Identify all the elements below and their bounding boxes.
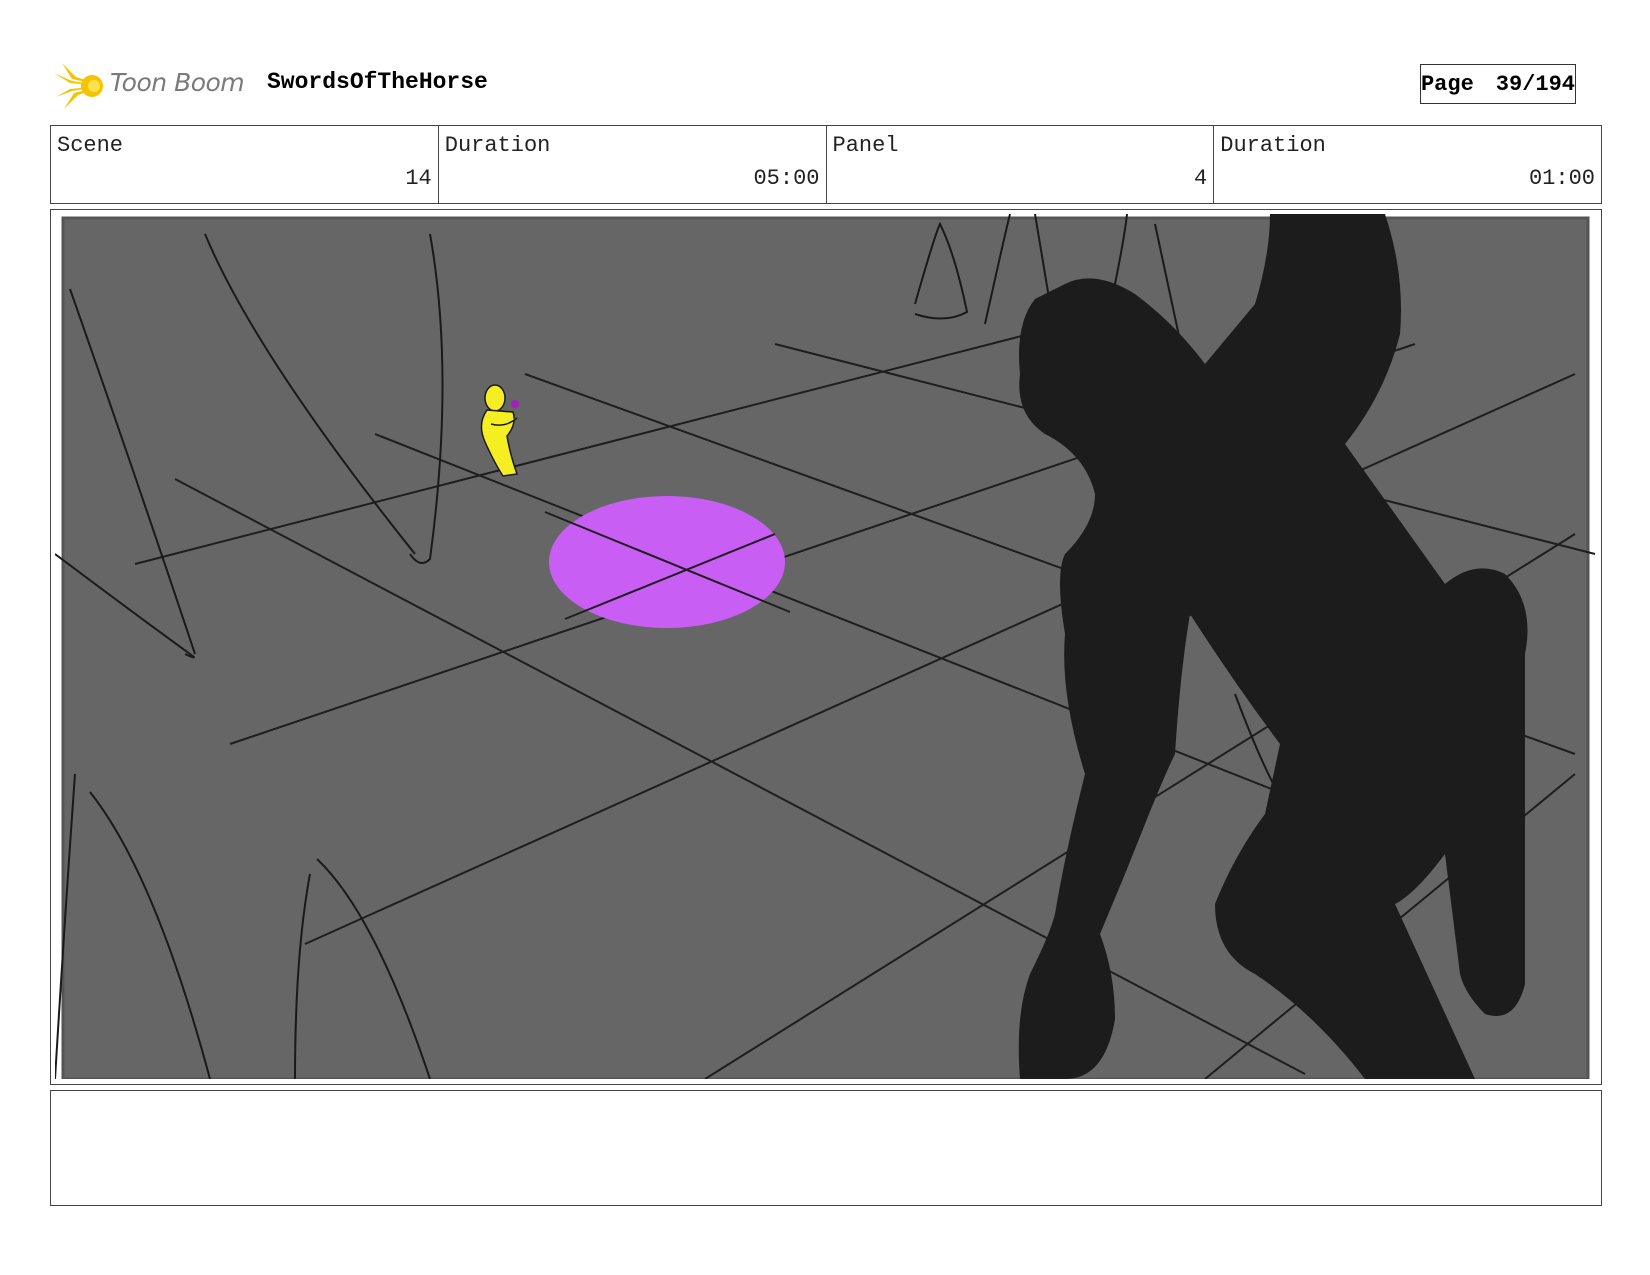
scene-cell: Scene 14 <box>51 126 439 203</box>
page-number: 39/194 <box>1495 71 1576 97</box>
panel-duration-value: 01:00 <box>1528 166 1595 191</box>
panel-label: Panel <box>832 133 899 158</box>
panel-duration-cell: Duration 01:00 <box>1214 126 1601 203</box>
panel-notes-box <box>50 1090 1602 1206</box>
toon-boom-burst-icon <box>54 63 104 109</box>
toon-boom-logo-text: Toon Boom <box>110 68 245 97</box>
panel-cell: Panel 4 <box>827 126 1215 203</box>
panel-value: 4 <box>1194 166 1208 191</box>
scene-duration-cell: Duration 05:00 <box>439 126 827 203</box>
scene-duration-label: Duration <box>444 133 551 158</box>
scene-value: 14 <box>405 166 432 191</box>
page-label: Page <box>1420 71 1474 97</box>
scene-label: Scene <box>57 133 124 158</box>
panel-duration-label: Duration <box>1220 133 1326 158</box>
project-title: SwordsOfTheHorse <box>267 69 488 95</box>
panel-drawing <box>55 214 1596 1079</box>
storyboard-panel <box>50 209 1602 1085</box>
page-header: Toon Boom SwordsOfTheHorse Page 39/194 <box>50 55 1602 115</box>
scene-info-table: Scene 14 Duration 05:00 Panel 4 Duration… <box>50 125 1602 204</box>
scene-duration-value: 05:00 <box>753 166 820 191</box>
page-indicator: Page 39/194 <box>1420 64 1576 104</box>
